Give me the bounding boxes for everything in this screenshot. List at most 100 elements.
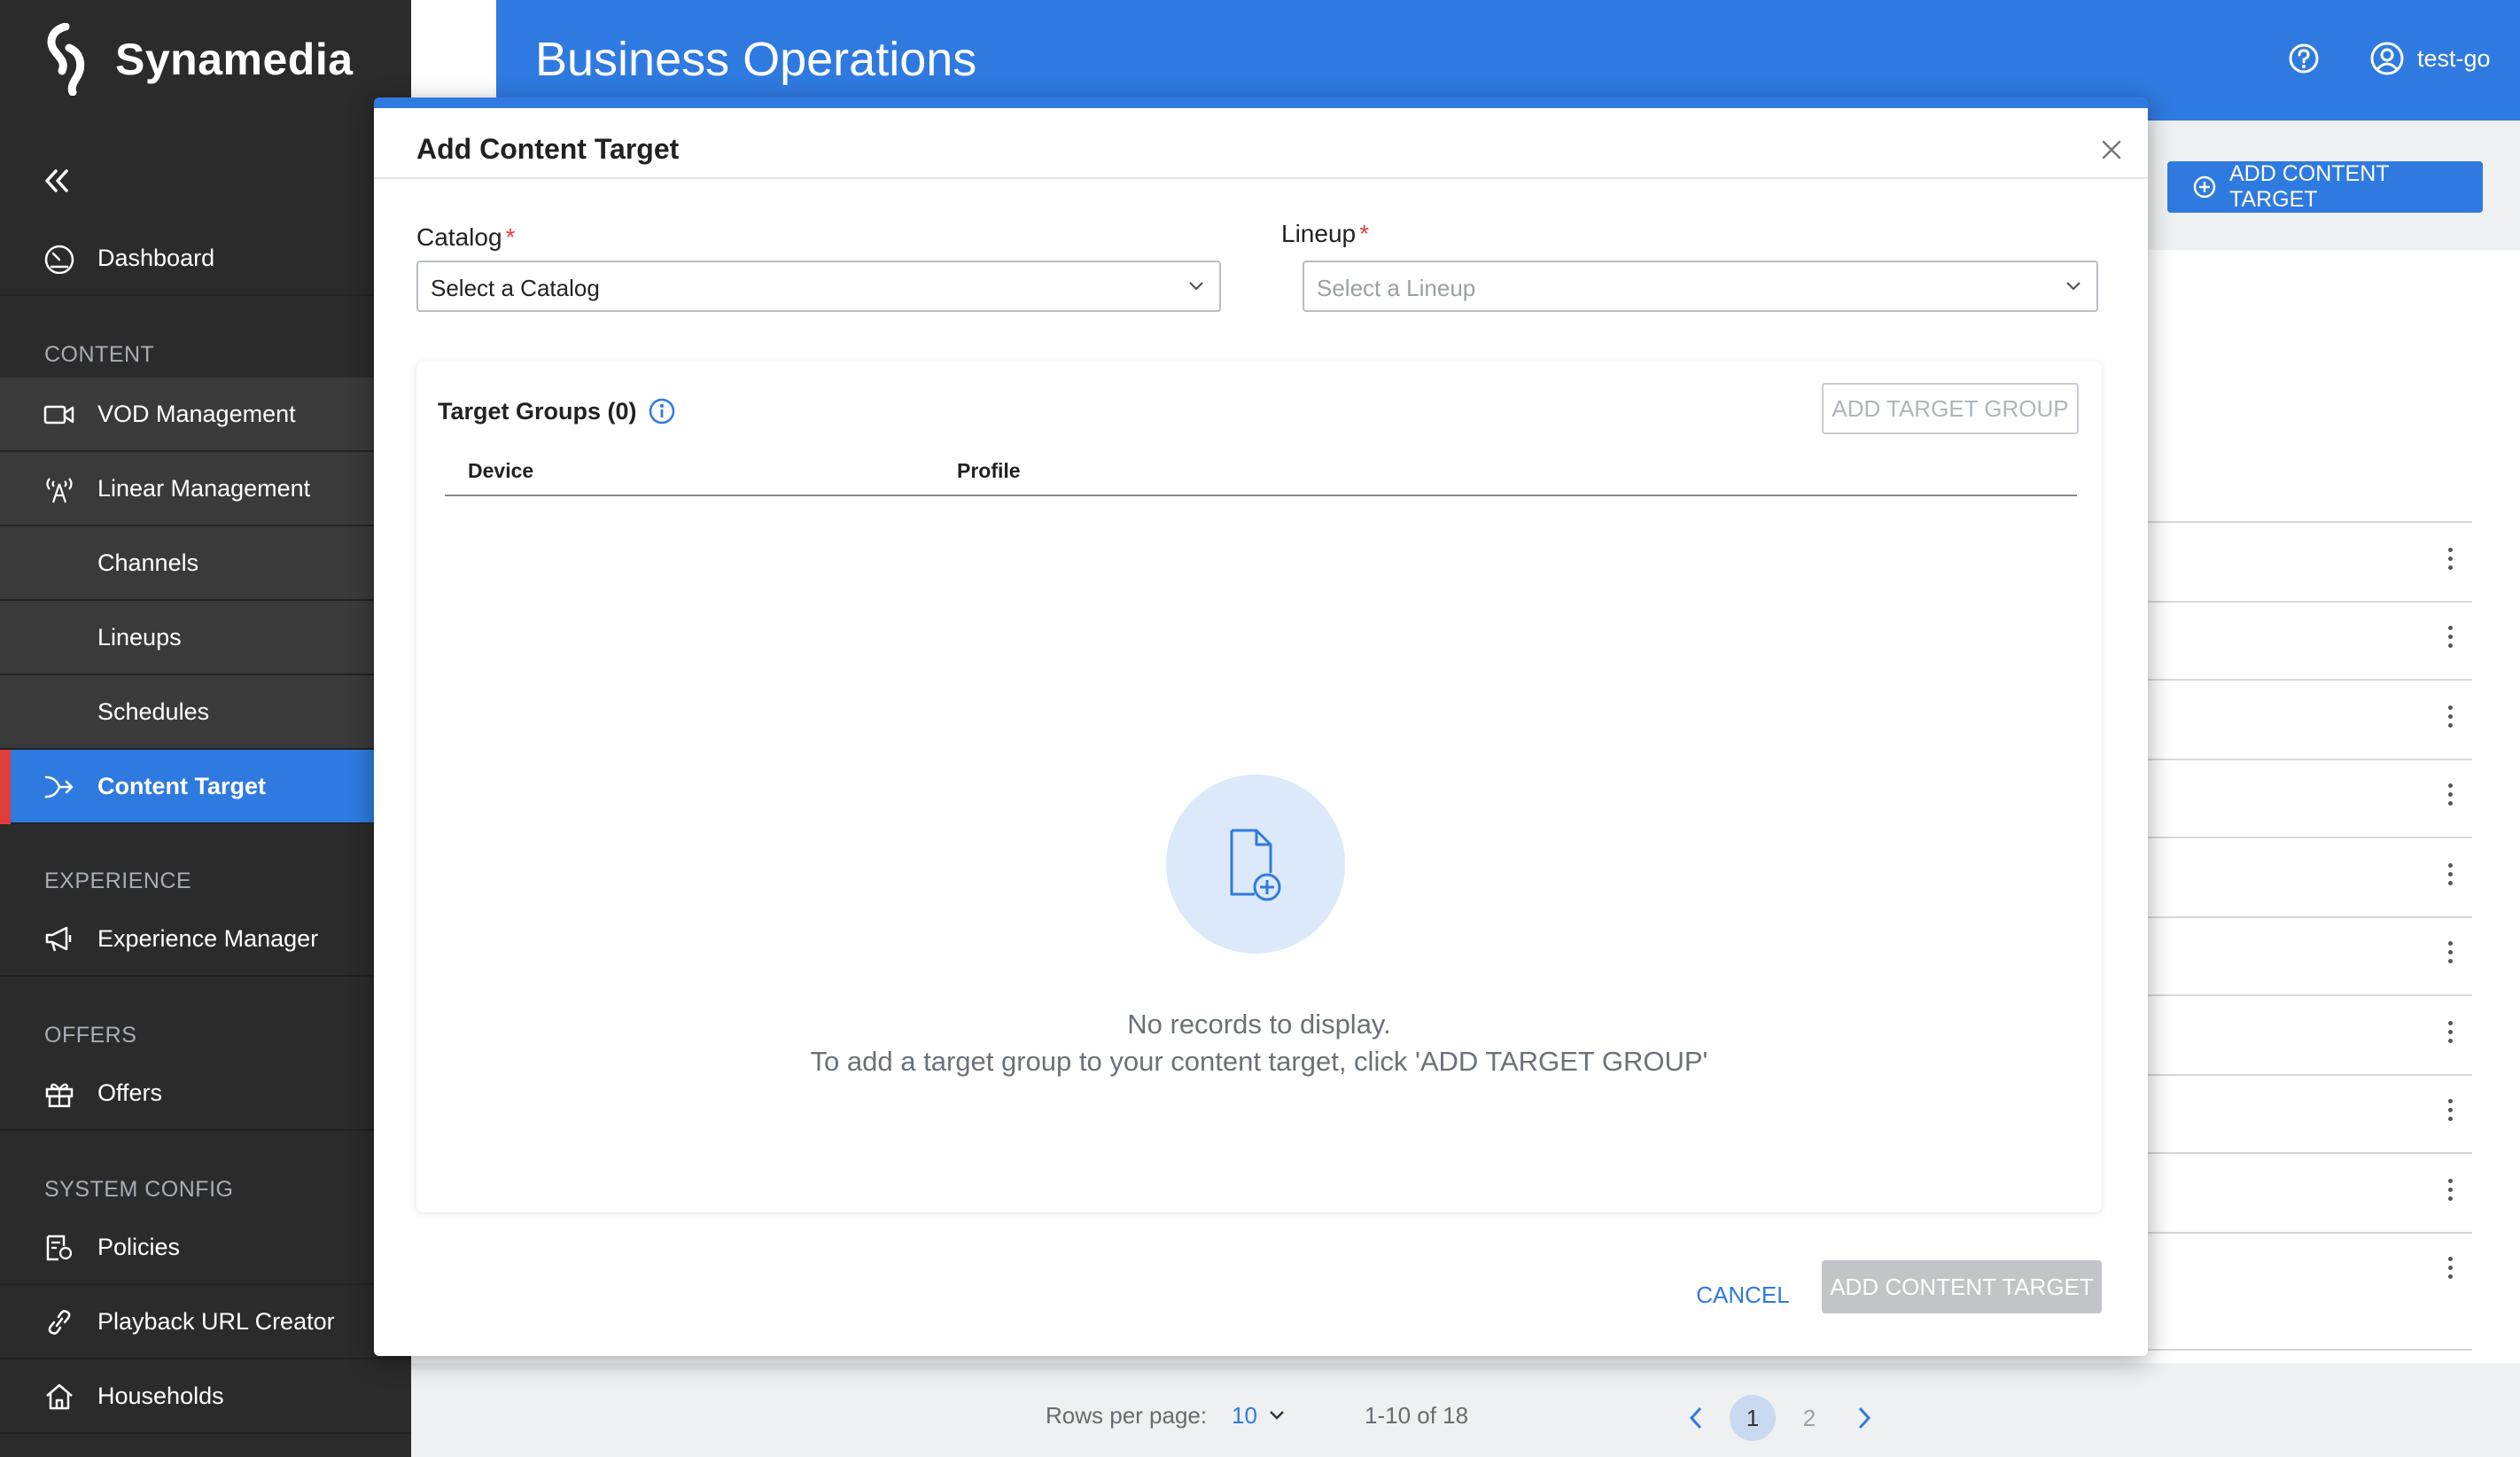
- sidebar-item-label: Channels: [97, 549, 199, 576]
- megaphone-icon: [43, 923, 76, 955]
- user-name: test-go: [2417, 44, 2491, 72]
- row-actions-icon[interactable]: [2446, 783, 2454, 810]
- sidebar: Synamedia Dashboard CONTENT VOD Manageme…: [0, 0, 411, 1457]
- empty-state-illustration: [1166, 775, 1345, 954]
- help-icon[interactable]: [2288, 43, 2320, 74]
- page-button-1[interactable]: 1: [1730, 1395, 1776, 1441]
- row-actions-icon[interactable]: [2446, 705, 2454, 732]
- add-target-group-button[interactable]: ADD TARGET GROUP: [1822, 383, 2079, 434]
- sidebar-item-label: Offers: [97, 1079, 163, 1106]
- page-button-2[interactable]: 2: [1786, 1395, 1832, 1441]
- table-row-divider: [2144, 679, 2472, 681]
- lineup-label: Lineup *: [1281, 220, 1369, 247]
- link-icon: [43, 1306, 76, 1338]
- dialog-divider: [374, 177, 2148, 179]
- target-arrow-icon: [43, 771, 76, 803]
- chevron-right-icon[interactable]: [1855, 1406, 1873, 1430]
- sidebar-item-content-target[interactable]: Content Target: [0, 750, 411, 824]
- cancel-button[interactable]: CANCEL: [1676, 1269, 1809, 1321]
- add-content-target-dialog: Add Content Target Catalog * Select a Cat…: [374, 97, 2148, 1356]
- double-chevron-left-icon: [45, 169, 68, 192]
- table-row-divider: [2144, 916, 2472, 918]
- gift-icon: [43, 1078, 76, 1110]
- table-row-divider: [2144, 837, 2472, 838]
- required-marker: *: [1359, 220, 1369, 247]
- synamedia-logo-icon: [47, 23, 85, 96]
- sidebar-item-dashboard[interactable]: Dashboard: [0, 222, 411, 296]
- home-icon: [43, 1381, 76, 1413]
- row-actions-icon[interactable]: [2446, 1021, 2454, 1048]
- chevron-down-icon: [2066, 282, 2081, 291]
- required-marker: *: [505, 223, 516, 251]
- sidebar-item-label: Lineups: [97, 623, 182, 651]
- sidebar-item-schedules[interactable]: Schedules: [0, 675, 411, 750]
- sidebar-item-channels[interactable]: Channels: [0, 526, 411, 601]
- add-document-icon: [1230, 829, 1281, 901]
- table-header-divider: [445, 495, 2077, 496]
- sidebar-item-label: Linear Management: [97, 474, 311, 502]
- rows-per-page-label: Rows per page:: [1046, 1402, 1208, 1429]
- row-actions-icon[interactable]: [2446, 626, 2454, 652]
- video-camera-icon: [43, 399, 76, 431]
- sidebar-item-label: Schedules: [97, 697, 210, 725]
- table-row-divider: [2144, 521, 2472, 523]
- collapse-sidebar-button[interactable]: [41, 165, 73, 197]
- chevron-down-icon[interactable]: [1269, 1409, 1285, 1422]
- table-row-divider: [2144, 994, 2472, 996]
- empty-state-hint: To add a target group to your content ta…: [810, 1046, 1708, 1077]
- table-row-divider: [2144, 1074, 2472, 1076]
- catalog-select[interactable]: Select a Catalog: [416, 261, 1221, 312]
- row-actions-icon[interactable]: [2446, 863, 2454, 890]
- row-actions-icon[interactable]: [2446, 1179, 2454, 1205]
- row-actions-icon[interactable]: [2446, 941, 2454, 968]
- antenna-icon: [43, 473, 76, 505]
- add-content-target-label: ADD CONTENT TARGET: [2228, 161, 2390, 212]
- dialog-title: Add Content Target: [416, 133, 680, 165]
- user-avatar-icon: [2370, 42, 2404, 75]
- table-row-divider: [2144, 1349, 2472, 1351]
- sidebar-item-offers[interactable]: Offers: [0, 1056, 411, 1131]
- close-icon[interactable]: [2096, 135, 2127, 165]
- sidebar-item-playback-url-creator[interactable]: Playback URL Creator: [0, 1285, 411, 1360]
- row-actions-icon[interactable]: [2446, 1099, 2454, 1126]
- user-menu[interactable]: test-go: [2369, 41, 2491, 76]
- pagination-bar: Rows per page: 10 1-10 of 18 1 2: [411, 1363, 2520, 1457]
- sidebar-item-lineups[interactable]: Lineups: [0, 601, 411, 675]
- row-actions-icon[interactable]: [2446, 548, 2454, 574]
- sidebar-item-vod-management[interactable]: VOD Management: [0, 378, 411, 452]
- sidebar-item-label: Dashboard: [97, 244, 215, 271]
- sidebar-item-label: Playback URL Creator: [97, 1307, 335, 1335]
- sidebar-item-policies[interactable]: Policies: [0, 1211, 411, 1285]
- info-icon[interactable]: [648, 397, 676, 425]
- sidebar-item-linear-management[interactable]: Linear Management: [0, 452, 411, 526]
- sidebar-item-experience-manager[interactable]: Experience Manager: [0, 902, 411, 977]
- catalog-label: Catalog *: [416, 223, 516, 251]
- column-header-profile: Profile: [957, 459, 1021, 482]
- sidebar-item-label: Policies: [97, 1233, 181, 1260]
- lineup-select[interactable]: Select a Lineup: [1303, 261, 2098, 312]
- rows-per-page-select[interactable]: 10: [1232, 1402, 1257, 1430]
- table-row-divider: [2144, 1152, 2472, 1154]
- section-label-experience: EXPERIENCE: [44, 869, 192, 893]
- chevron-down-icon: [1189, 282, 1203, 291]
- submit-add-content-target-button[interactable]: ADD CONTENT TARGET: [1822, 1260, 2102, 1313]
- target-groups-title: Target Groups (0): [438, 397, 676, 425]
- sidebar-item-label: Experience Manager: [97, 924, 319, 952]
- brand-logo[interactable]: Synamedia: [39, 23, 354, 96]
- pagination-range: 1-10 of 18: [1365, 1402, 1469, 1429]
- add-content-target-button[interactable]: ADD CONTENT TARGET: [2167, 161, 2483, 213]
- sidebar-item-label: VOD Management: [97, 400, 296, 427]
- sidebar-item-label: Households: [97, 1382, 224, 1409]
- target-groups-panel: Target Groups (0) ADD TARGET GROUP Devic…: [416, 362, 2102, 1212]
- plus-circle-icon: [2193, 175, 2216, 199]
- row-actions-icon[interactable]: [2446, 1257, 2454, 1283]
- section-label-offers: OFFERS: [44, 1023, 137, 1048]
- section-label-system-config: SYSTEM CONFIG: [44, 1177, 234, 1202]
- lineup-select-placeholder: Select a Lineup: [1317, 275, 1476, 301]
- table-row-divider: [2144, 601, 2472, 603]
- table-row-divider: [2144, 1232, 2472, 1234]
- table-row-divider: [2144, 759, 2472, 760]
- sidebar-item-households[interactable]: Households: [0, 1360, 411, 1434]
- chevron-left-icon[interactable]: [1687, 1406, 1705, 1430]
- policy-document-icon: [43, 1232, 76, 1264]
